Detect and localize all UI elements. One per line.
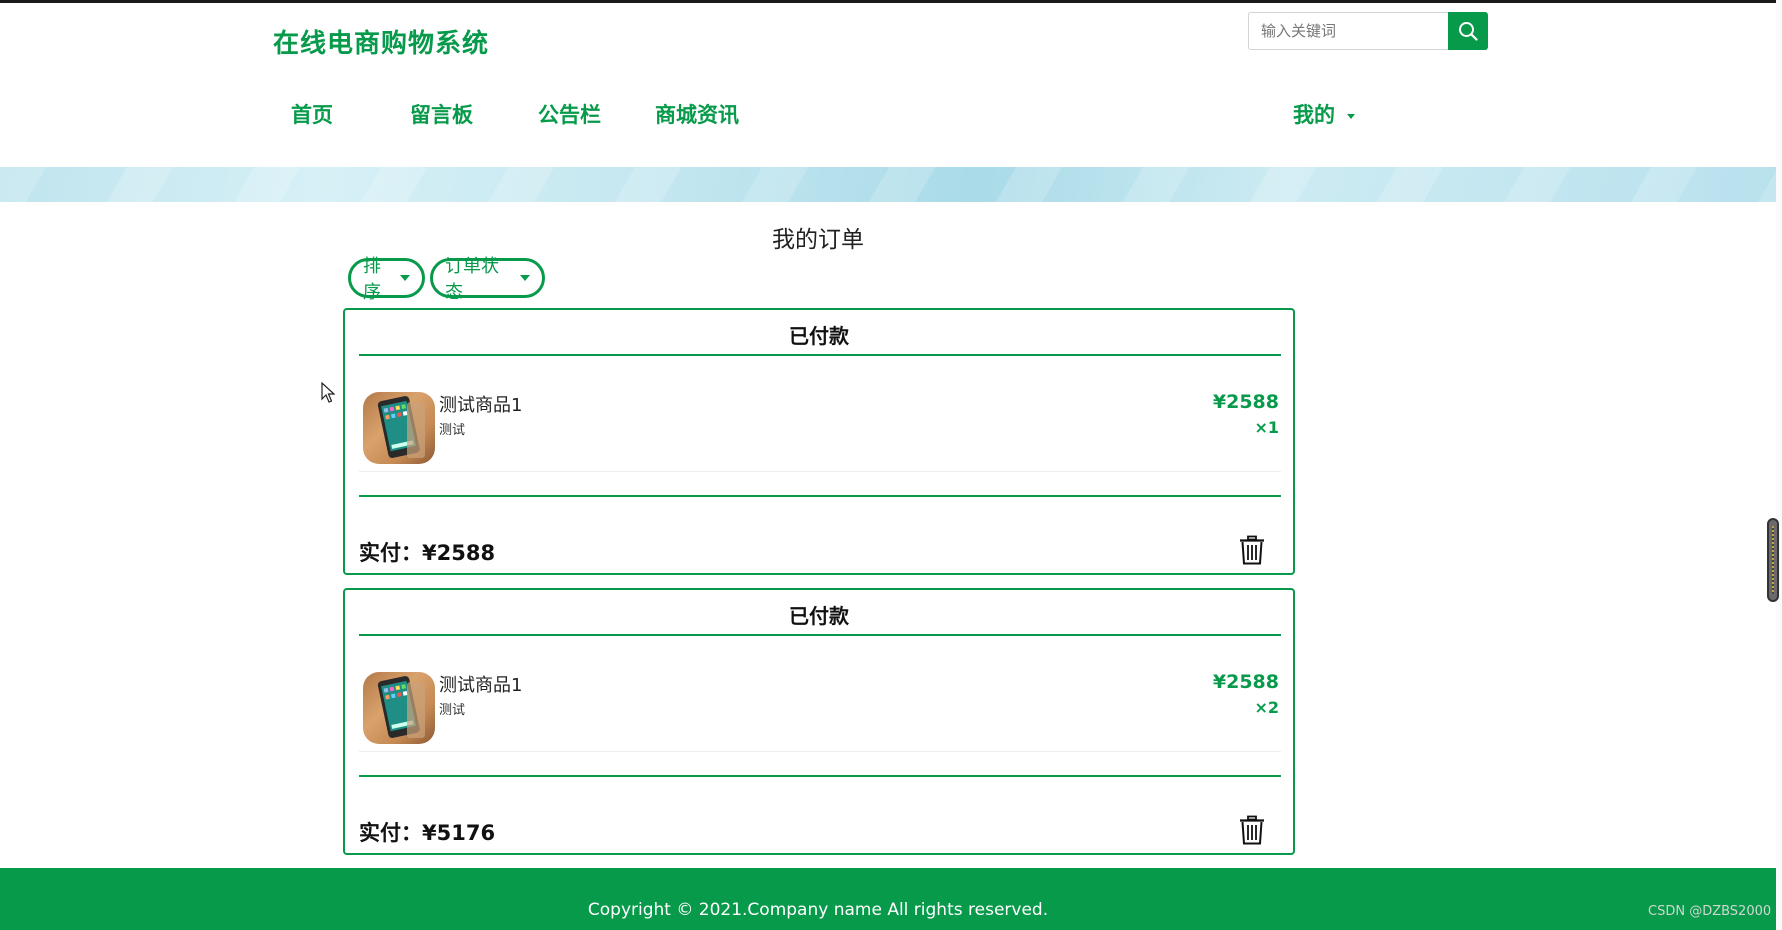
- product-price: ¥2588: [1212, 671, 1279, 693]
- search-button[interactable]: [1448, 12, 1488, 50]
- watermark: CSDN @DZBS2000: [1648, 904, 1772, 919]
- nav-message-board[interactable]: 留言板: [410, 99, 473, 129]
- item-separator: [359, 471, 1281, 472]
- search-input[interactable]: [1248, 12, 1448, 50]
- page-scrollbar[interactable]: [1776, 0, 1782, 930]
- search-icon: [1459, 22, 1478, 41]
- paid-total: 实付：¥5176: [359, 817, 495, 847]
- tablet-product-image: [377, 676, 425, 738]
- order-status: 已付款: [789, 604, 849, 628]
- product-description: 测试: [439, 423, 466, 438]
- divider: [359, 775, 1281, 777]
- trash-icon: [1240, 535, 1264, 565]
- product-quantity: ×2: [1254, 698, 1279, 717]
- divider: [359, 495, 1281, 497]
- tablet-product-image: [377, 396, 425, 458]
- product-image[interactable]: [363, 392, 435, 464]
- site-footer: Copyright © 2021.Company name All rights…: [0, 868, 1782, 930]
- trash-icon: [1240, 815, 1264, 845]
- divider: [359, 634, 1281, 636]
- caret-down-icon: [1347, 113, 1355, 119]
- product-quantity: ×1: [1254, 418, 1279, 437]
- sort-dropdown[interactable]: 排序: [348, 256, 425, 303]
- product-description: 测试: [439, 703, 466, 718]
- product-name[interactable]: 测试商品1: [439, 391, 522, 417]
- product-name[interactable]: 测试商品1: [439, 671, 522, 697]
- page-title: 我的订单: [772, 227, 864, 253]
- paid-amount: ¥2588: [422, 541, 496, 565]
- order-card: 已付款 测试商品1 测试 ¥2588 ×1 实付：¥2588: [343, 308, 1295, 575]
- nav-mall-news[interactable]: 商城资讯: [655, 99, 739, 129]
- order-status: 已付款: [789, 324, 849, 348]
- order-status-label: 订单状态: [445, 256, 499, 303]
- user-menu[interactable]: 我的: [1293, 99, 1355, 129]
- sort-label: 排序: [363, 256, 381, 303]
- product-price: ¥2588: [1212, 391, 1279, 413]
- copyright-text: Copyright © 2021.Company name All rights…: [587, 900, 1049, 920]
- paid-total: 实付：¥2588: [359, 537, 495, 567]
- site-header: 在线电商购物系统 首页 留言板 公告栏 商城资讯 我的: [0, 3, 1782, 167]
- scrollbar-thumb[interactable]: [1767, 518, 1779, 602]
- site-brand[interactable]: 在线电商购物系统: [273, 23, 489, 60]
- paid-amount: ¥5176: [422, 821, 496, 845]
- paid-label: 实付：: [359, 821, 422, 845]
- user-menu-label: 我的: [1293, 103, 1335, 127]
- delete-order-button[interactable]: [1239, 815, 1265, 849]
- delete-order-button[interactable]: [1239, 535, 1265, 569]
- nav-home[interactable]: 首页: [291, 99, 333, 129]
- paid-label: 实付：: [359, 541, 422, 565]
- divider: [359, 354, 1281, 356]
- caret-down-icon: [520, 275, 530, 281]
- decorative-banner: [0, 167, 1782, 202]
- search-bar: [1248, 12, 1490, 52]
- mouse-cursor-icon: [321, 382, 335, 403]
- order-status-dropdown[interactable]: 订单状态: [430, 256, 545, 303]
- order-card: 已付款 测试商品1 测试 ¥2588 ×2 实付：¥5176: [343, 588, 1295, 855]
- product-image[interactable]: [363, 672, 435, 744]
- item-separator: [359, 751, 1281, 752]
- nav-announcements[interactable]: 公告栏: [538, 99, 601, 129]
- caret-down-icon: [400, 275, 410, 281]
